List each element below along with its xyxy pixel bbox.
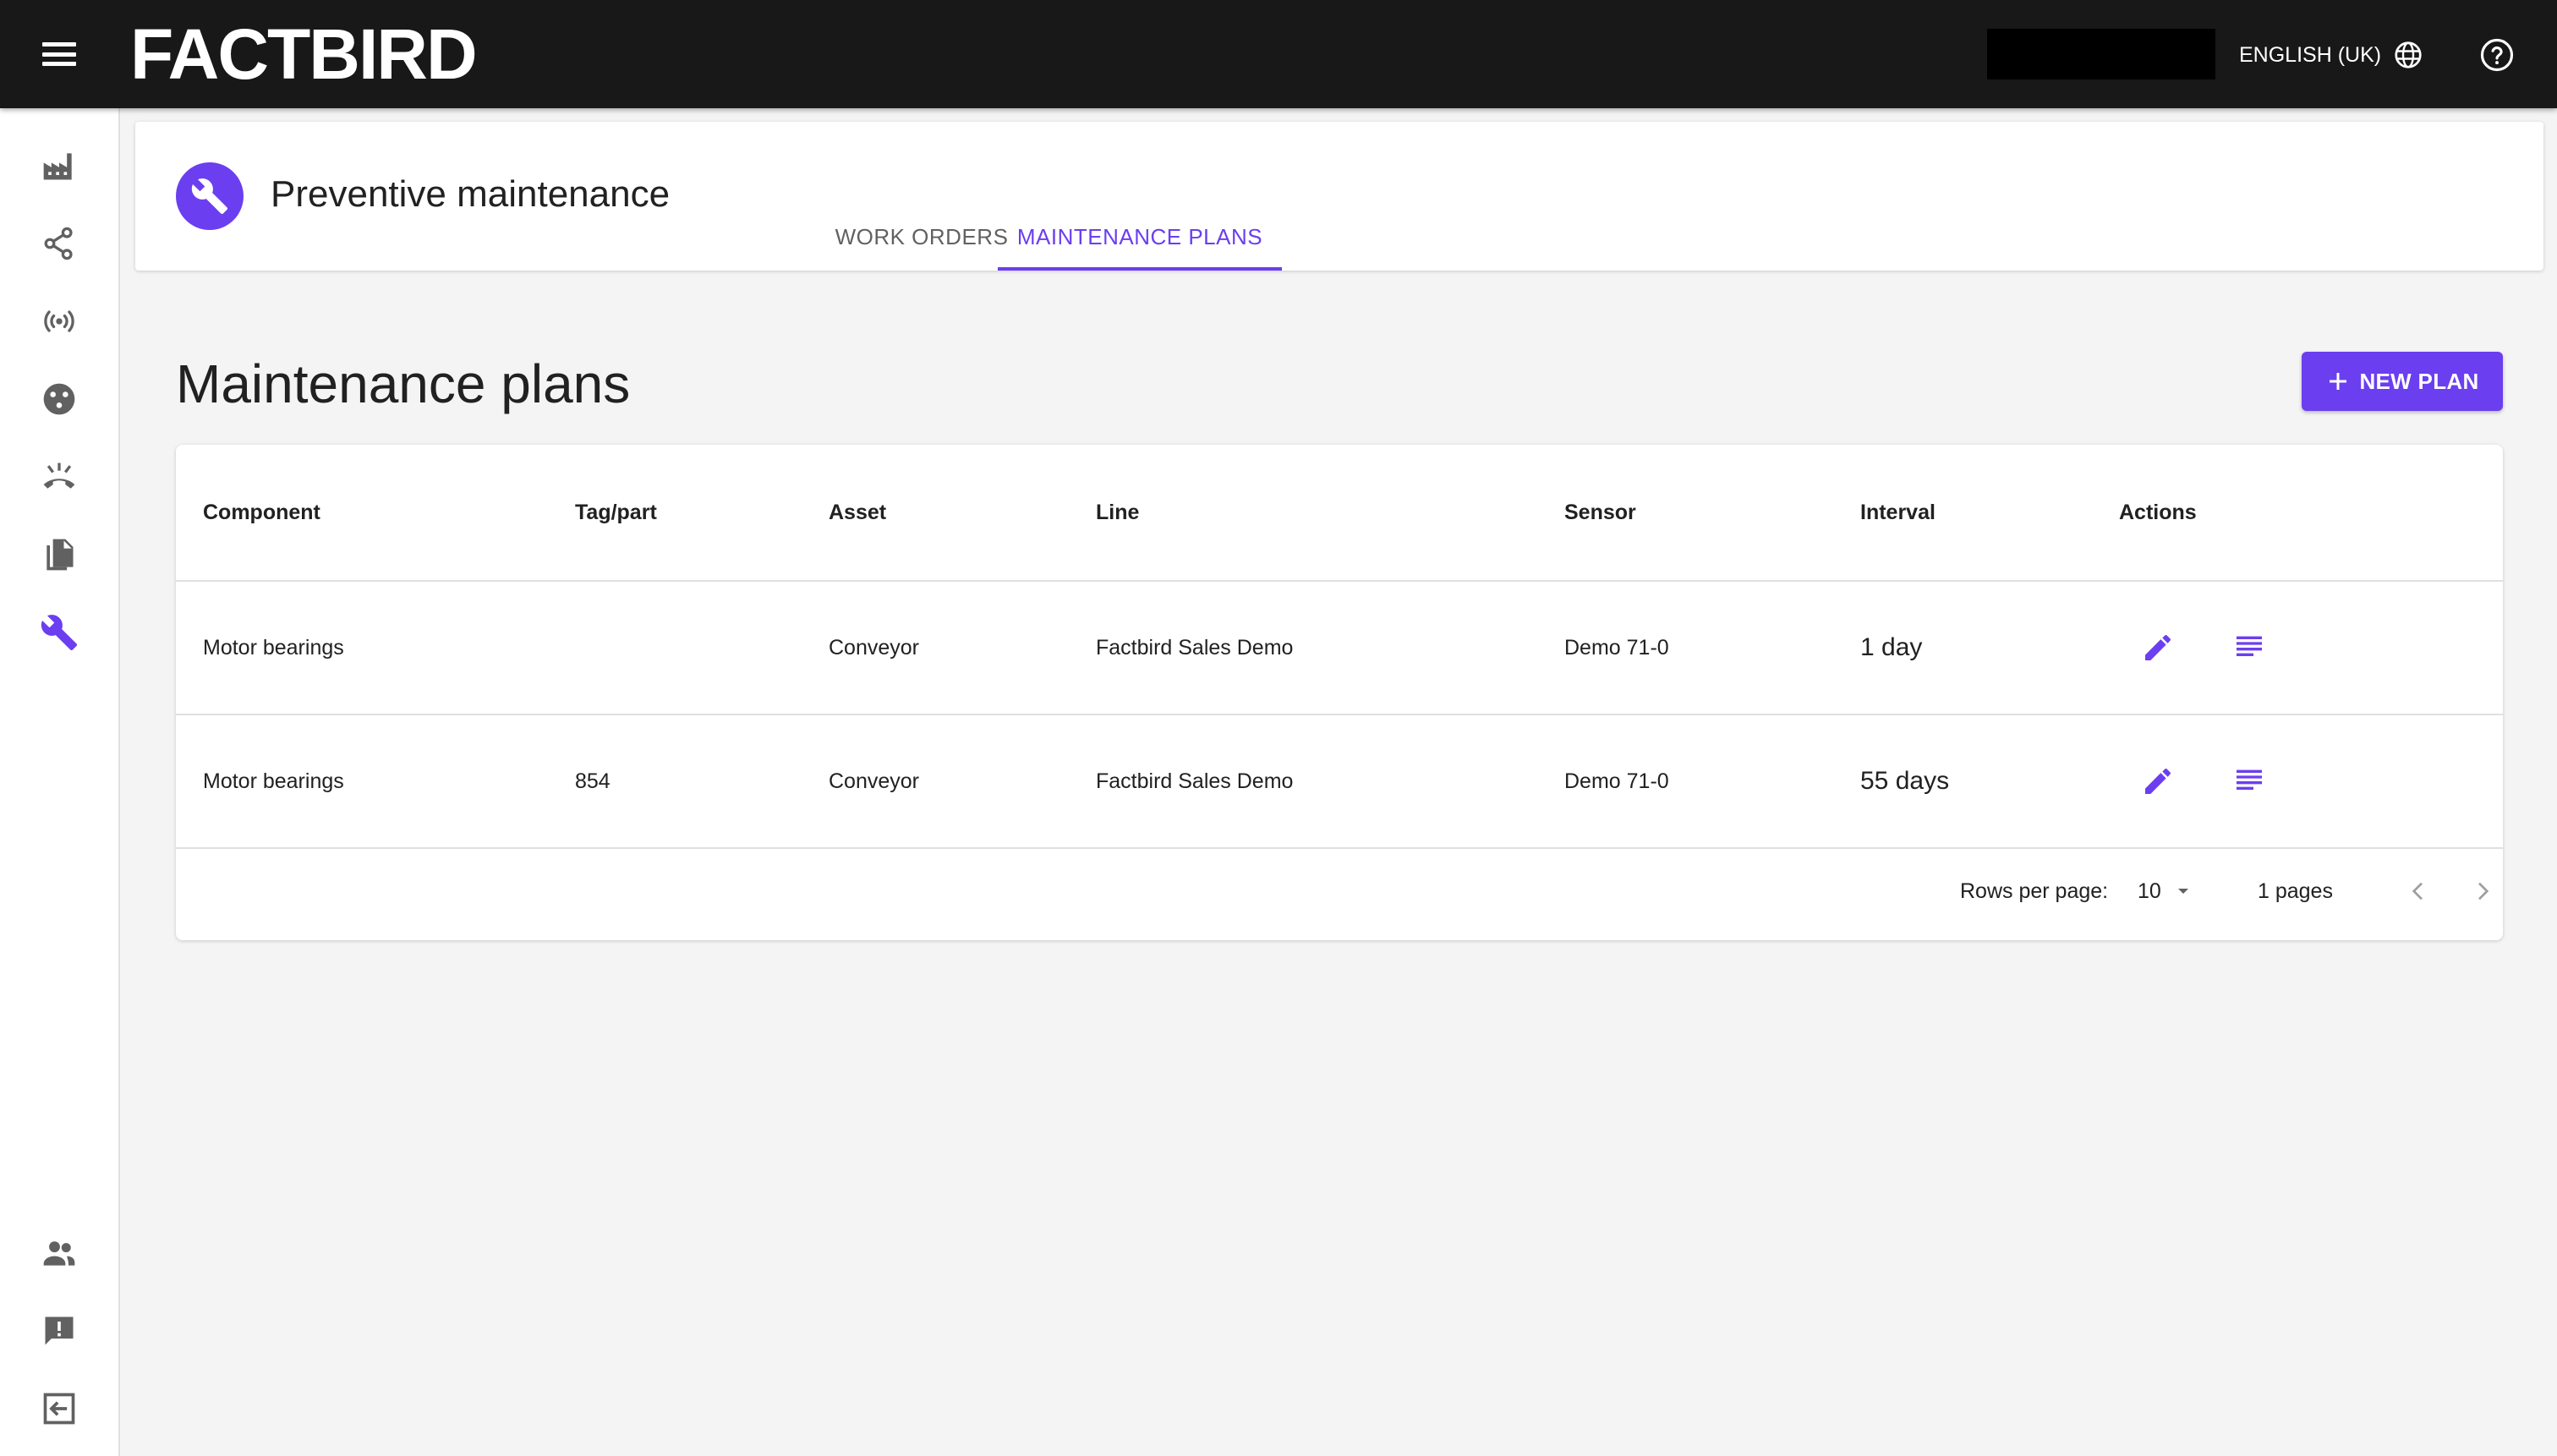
language-label: ENGLISH (UK) xyxy=(2239,42,2382,67)
maintenance-plans-table: Component Tag/part Asset Line Sensor Int… xyxy=(176,445,2503,940)
feedback-icon xyxy=(45,1316,74,1345)
notes-icon xyxy=(2237,636,2262,656)
cell-interval: 55 days xyxy=(1860,767,1950,795)
logout-icon xyxy=(43,1393,75,1425)
rows-per-page-label: Rows per page: xyxy=(1960,879,2109,903)
row-divider xyxy=(176,714,2503,715)
cell-line: Factbird Sales Demo xyxy=(1096,635,1294,660)
cell-asset: Conveyor xyxy=(829,635,919,660)
wrench-icon xyxy=(191,178,228,215)
language-selector[interactable]: ENGLISH (UK) xyxy=(2239,34,2423,76)
page-header: Preventive maintenance WORK ORDERS MAINT… xyxy=(135,122,2543,271)
column-header-actions: Actions xyxy=(2119,500,2197,524)
column-header-component: Component xyxy=(203,500,320,524)
sidebar-item-factory[interactable] xyxy=(39,145,79,186)
column-header-tag-part: Tag/part xyxy=(575,500,657,524)
rows-per-page-select[interactable]: 10 xyxy=(2138,874,2205,908)
sidebar-item-maintenance[interactable] xyxy=(39,612,79,653)
pencil-icon xyxy=(2145,635,2171,660)
sidebar-item-users[interactable] xyxy=(39,1233,79,1273)
share-nodes-icon xyxy=(44,227,73,260)
sidebar-item-feedback[interactable] xyxy=(39,1311,79,1351)
edit-plan-button[interactable] xyxy=(2136,759,2180,803)
column-header-interval: Interval xyxy=(1860,500,1936,524)
redacted-user-area xyxy=(1987,29,2215,79)
new-plan-label: NEW PLAN xyxy=(2359,368,2479,394)
cell-sensor: Demo 71-0 xyxy=(1564,769,1669,793)
wrench-icon xyxy=(41,615,78,651)
top-app-bar: FACTBIRD ENGLISH (UK) xyxy=(0,0,2557,108)
globe-icon xyxy=(2395,41,2422,68)
cell-component: Motor bearings xyxy=(203,769,344,793)
plus-icon xyxy=(2330,373,2347,390)
view-plan-details-button[interactable] xyxy=(2227,759,2271,803)
sidebar-item-dashboard[interactable] xyxy=(39,379,79,419)
view-plan-details-button[interactable] xyxy=(2227,626,2271,670)
cell-sensor: Demo 71-0 xyxy=(1564,635,1669,660)
factbird-logo[interactable]: FACTBIRD xyxy=(130,17,478,91)
notes-icon xyxy=(2237,769,2262,790)
page-title: Preventive maintenance xyxy=(271,173,671,215)
call-end-icon xyxy=(43,463,75,489)
documents-icon xyxy=(47,539,74,571)
sidebar xyxy=(0,108,120,1456)
column-header-line: Line xyxy=(1096,500,1140,524)
cell-component: Motor bearings xyxy=(203,635,344,660)
hamburger-menu-icon[interactable] xyxy=(39,37,79,71)
sidebar-item-logout[interactable] xyxy=(39,1388,79,1429)
sidebar-item-structure[interactable] xyxy=(39,223,79,264)
cell-line: Factbird Sales Demo xyxy=(1096,769,1294,793)
page-count: 1 pages xyxy=(2258,879,2333,903)
palette-icon xyxy=(43,383,75,415)
new-plan-button[interactable]: NEW PLAN xyxy=(2302,352,2503,411)
cell-tag-part: 854 xyxy=(575,769,611,793)
rows-per-page-value: 10 xyxy=(2138,879,2161,903)
cell-interval: 1 day xyxy=(1860,633,1923,661)
column-header-asset: Asset xyxy=(829,500,887,524)
sidebar-item-stops[interactable] xyxy=(39,457,79,497)
next-page-button[interactable] xyxy=(2466,874,2500,908)
column-header-sensor: Sensor xyxy=(1564,500,1636,524)
pencil-icon xyxy=(2145,769,2171,794)
previous-page-button[interactable] xyxy=(2401,874,2435,908)
sidebar-item-sensors[interactable] xyxy=(39,301,79,342)
people-icon xyxy=(43,1241,75,1266)
row-divider xyxy=(176,847,2503,849)
sidebar-item-documents[interactable] xyxy=(39,534,79,575)
cell-asset: Conveyor xyxy=(829,769,919,793)
edit-plan-button[interactable] xyxy=(2136,626,2180,670)
chevron-left-icon xyxy=(2412,882,2423,900)
caret-down-icon xyxy=(2177,889,2188,894)
sensor-signal-icon xyxy=(44,310,74,332)
section-title: Maintenance plans xyxy=(176,353,631,414)
tab-maintenance-plans[interactable]: MAINTENANCE PLANS xyxy=(998,203,1282,271)
factory-icon xyxy=(43,153,72,180)
maintenance-avatar xyxy=(176,162,244,230)
chevron-right-icon xyxy=(2478,882,2489,900)
help-icon[interactable] xyxy=(2479,37,2515,73)
header-divider xyxy=(176,580,2503,582)
